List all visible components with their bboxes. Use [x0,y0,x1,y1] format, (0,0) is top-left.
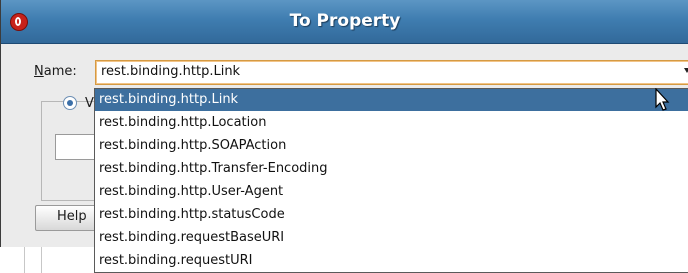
dropdown-option[interactable]: rest.binding.http.Transfer-Encoding [95,158,688,180]
name-combobox-value: rest.binding.http.Link [101,64,241,79]
dropdown-option[interactable]: rest.binding.http.Location [95,112,688,134]
value-radio-button[interactable] [63,96,77,110]
dropdown-option[interactable]: rest.binding.http.Link [95,89,688,111]
dropdown-option[interactable]: rest.binding.requestURI [95,250,688,272]
chevron-down-icon[interactable] [684,68,688,73]
name-combobox[interactable]: rest.binding.http.Link [95,60,688,85]
title-bar[interactable]: To Property [1,0,688,44]
mouse-pointer-icon [655,88,670,111]
background-divider [24,247,25,273]
dropdown-option[interactable]: rest.binding.http.statusCode [95,204,688,226]
dropdown-option[interactable]: rest.binding.http.User-Agent [95,181,688,203]
help-button-label: Help [57,209,87,224]
dialog-title: To Property [289,11,401,31]
dropdown-option[interactable]: rest.binding.http.SOAPAction [95,135,688,157]
dropdown-option[interactable]: rest.binding.requestBaseURI [95,227,688,249]
value-radio-label: V [85,96,94,111]
name-dropdown-list[interactable]: rest.binding.http.Link rest.binding.http… [94,88,688,273]
name-label: Name: [34,64,77,79]
background-divider [41,247,42,273]
